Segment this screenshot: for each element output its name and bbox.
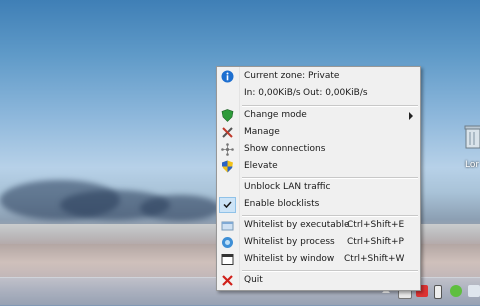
change-mode-item[interactable]: Change mode	[217, 108, 420, 124]
tray-volume-icon[interactable]	[468, 285, 480, 297]
menu-separator	[242, 215, 418, 217]
change-mode-label: Change mode	[244, 110, 307, 120]
unblock-lan-item[interactable]: Unblock LAN traffic	[217, 180, 420, 196]
whitelist-executable-item[interactable]: Whitelist by executable Ctrl+Shift+E	[217, 218, 420, 234]
recycle-bin-label[interactable]: Lor	[465, 160, 479, 170]
menu-separator	[242, 177, 418, 179]
whitelist-window-label: Whitelist by window	[244, 254, 335, 264]
show-connections-item[interactable]: Show connections	[217, 142, 420, 158]
tray-battery-icon[interactable]	[434, 285, 442, 299]
show-connections-label: Show connections	[244, 144, 326, 154]
current-zone-item[interactable]: Current zone: Private	[217, 69, 420, 85]
info-icon	[221, 70, 234, 83]
process-icon	[221, 236, 234, 249]
manage-label: Manage	[244, 127, 280, 137]
traffic-in-label: In: 0,00KiB/s	[244, 88, 301, 98]
shield-icon	[221, 109, 234, 122]
quit-item[interactable]: Quit	[217, 273, 420, 289]
menu-separator	[242, 270, 418, 272]
menu-separator	[242, 105, 418, 107]
quit-x-icon	[221, 274, 234, 287]
tools-icon	[221, 126, 234, 139]
enable-blocklists-item[interactable]: Enable blocklists	[217, 197, 420, 213]
tray-context-menu: Current zone: Private In: 0,00KiB/s Out:…	[216, 66, 421, 291]
whitelist-window-item[interactable]: Whitelist by window Ctrl+Shift+W	[217, 252, 420, 268]
uac-shield-icon	[221, 160, 234, 173]
whitelist-window-shortcut: Ctrl+Shift+W	[344, 254, 405, 264]
whitelist-process-label: Whitelist by process	[244, 237, 335, 247]
traffic-item: In: 0,00KiB/s Out: 0,00KiB/s	[217, 86, 420, 102]
whitelist-executable-shortcut: Ctrl+Shift+E	[347, 220, 405, 230]
unblock-lan-label: Unblock LAN traffic	[244, 182, 331, 192]
current-zone-label: Current zone: Private	[244, 71, 340, 81]
tray-network-icon[interactable]	[450, 285, 462, 297]
whitelist-process-shortcut: Ctrl+Shift+P	[347, 237, 404, 247]
manage-item[interactable]: Manage	[217, 125, 420, 141]
enable-blocklists-label: Enable blocklists	[244, 199, 320, 209]
elevate-item[interactable]: Elevate	[217, 159, 420, 175]
cloud	[140, 195, 220, 221]
window-icon	[221, 253, 234, 266]
recycle-bin-icon[interactable]	[464, 124, 480, 149]
checkmark-icon	[221, 198, 234, 211]
executable-icon	[221, 219, 234, 232]
submenu-arrow-icon	[409, 112, 413, 120]
elevate-label: Elevate	[244, 161, 278, 171]
traffic-out-label: Out: 0,00KiB/s	[303, 88, 368, 98]
whitelist-process-item[interactable]: Whitelist by process Ctrl+Shift+P	[217, 235, 420, 251]
quit-label: Quit	[244, 275, 263, 285]
whitelist-executable-label: Whitelist by executable	[244, 220, 350, 230]
network-icon	[221, 143, 234, 156]
